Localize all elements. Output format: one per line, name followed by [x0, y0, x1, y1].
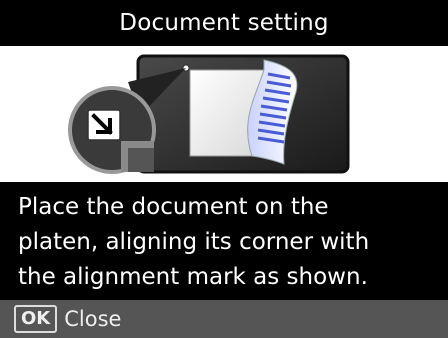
magnified-corner-fill — [128, 148, 154, 172]
instruction-line-2: platen, aligning its corner with — [18, 229, 370, 255]
title-bar: Document setting — [0, 0, 448, 46]
footer-bar: OK Close — [0, 300, 448, 338]
instruction-message: Place the document on the platen, aligni… — [0, 182, 448, 300]
printer-lcd-screen: Document setting Place the document on t… — [0, 0, 448, 338]
close-label[interactable]: Close — [64, 307, 121, 331]
instruction-line-3: the alignment mark as shown. — [18, 264, 368, 290]
ok-button[interactable]: OK — [14, 305, 58, 333]
document-placement-illustration-icon — [68, 54, 350, 174]
instruction-line-1: Place the document on the — [18, 194, 329, 220]
screen-title: Document setting — [119, 10, 329, 36]
illustration-panel — [0, 46, 448, 182]
